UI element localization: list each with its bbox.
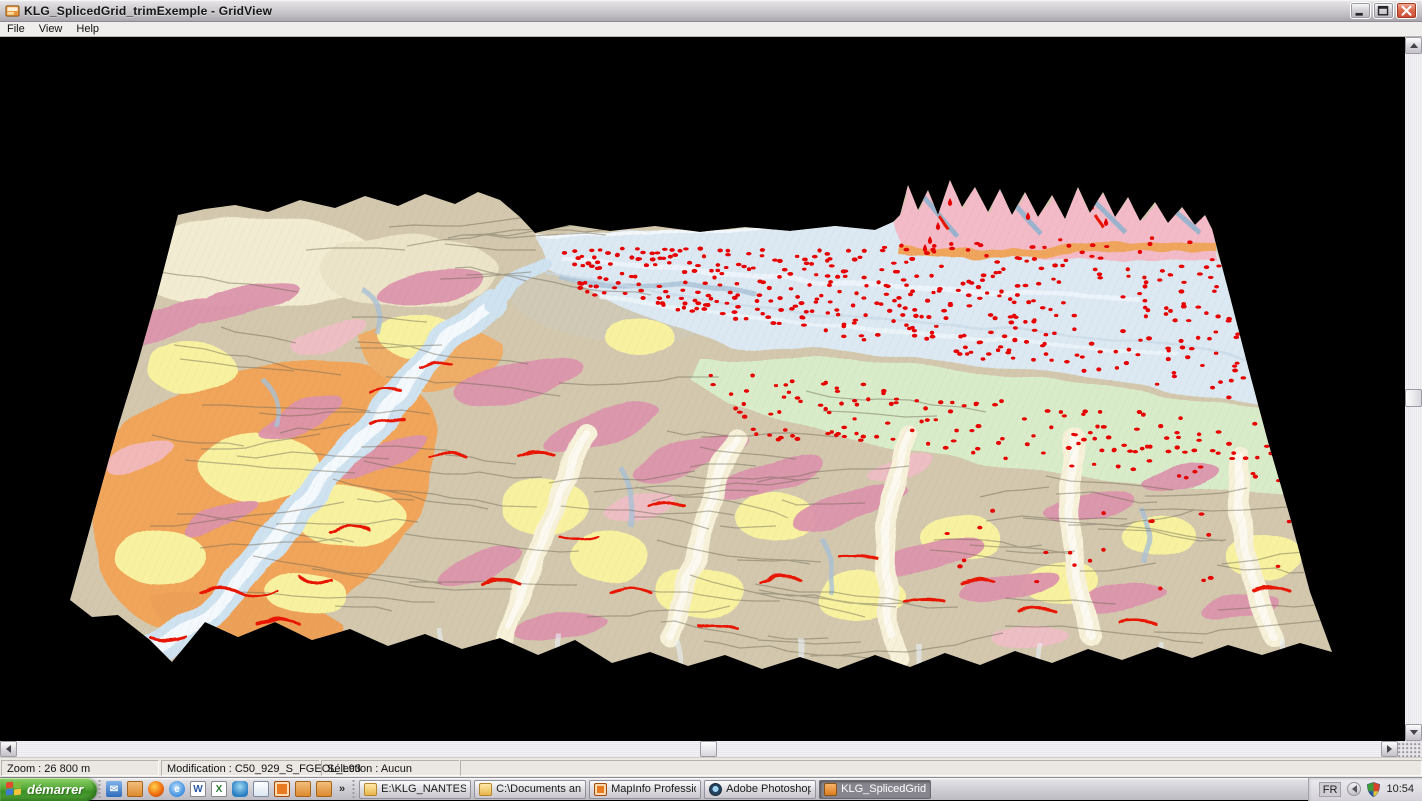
folder-orange-icon[interactable]	[127, 781, 143, 797]
resize-grip[interactable]	[1398, 741, 1422, 757]
clock[interactable]: 10:54	[1386, 783, 1414, 795]
status-filler	[460, 760, 1422, 776]
windows-logo-icon	[6, 782, 22, 796]
word-icon[interactable]: W	[190, 781, 206, 797]
mapinfo-icon	[594, 783, 607, 796]
gridview-icon	[824, 783, 837, 796]
window-title: KLG_SplicedGrid_trimExemple - GridView	[24, 4, 272, 18]
photoshop-icon	[709, 783, 722, 796]
hide-icons-chevron-button[interactable]	[1347, 782, 1361, 796]
firefox-icon[interactable]	[148, 781, 164, 797]
menu-file[interactable]: File	[0, 22, 32, 37]
mapinfo-icon[interactable]	[274, 781, 290, 797]
quick-launch-bar: ✉ eWX »	[102, 781, 351, 797]
status-bar: Zoom : 26 800 m Modification : C50_929_S…	[0, 757, 1422, 777]
taskbar-button-mapinfo[interactable]: MapInfo Professional	[589, 780, 701, 799]
quick-launch-overflow-chevron[interactable]: »	[337, 783, 347, 795]
horizontal-scrollbar[interactable]	[0, 741, 1398, 757]
taskbar-button-photoshop[interactable]: Adobe Photoshop	[704, 780, 816, 799]
terrain-3d-render	[0, 37, 1405, 741]
close-button[interactable]	[1396, 2, 1417, 19]
vertical-scrollbar[interactable]	[1405, 37, 1422, 741]
taskbar-button-gridview-active[interactable]: KLG_SplicedGrid_trim...	[819, 780, 931, 799]
scroll-right-button[interactable]	[1381, 741, 1398, 757]
taskbar: démarrer ✉ eWX » E:\KLG_NANTES\201... C:\D…	[0, 777, 1422, 800]
scroll-up-button[interactable]	[1405, 37, 1422, 54]
system-tray: FR 10:54	[1308, 778, 1422, 801]
folder-orange-icon[interactable]	[295, 781, 311, 797]
app-icon	[5, 3, 20, 18]
outlook-icon[interactable]: ✉	[106, 781, 122, 797]
folder-icon	[479, 783, 492, 796]
internet-explorer-icon[interactable]: e	[169, 781, 185, 797]
title-bar[interactable]: KLG_SplicedGrid_trimExemple - GridView	[0, 0, 1422, 22]
folder-orange-icon[interactable]	[316, 781, 332, 797]
status-modification: Modification : C50_929_S_FGEOL_L93	[161, 760, 319, 776]
client-area	[0, 37, 1422, 757]
taskbar-button-explorer-klg[interactable]: E:\KLG_NANTES\201...	[359, 780, 471, 799]
status-zoom: Zoom : 26 800 m	[1, 760, 159, 776]
messenger-icon[interactable]	[232, 781, 248, 797]
app-window: KLG_SplicedGrid_trimExemple - GridView F…	[0, 0, 1422, 800]
scroll-left-button[interactable]	[0, 741, 17, 757]
excel-icon[interactable]: X	[211, 781, 227, 797]
status-selection: Sélection : Aucun	[321, 760, 459, 776]
folder-icon	[364, 783, 377, 796]
language-indicator[interactable]: FR	[1319, 782, 1342, 797]
start-button-label: démarrer	[27, 782, 83, 797]
vertical-scrollbar-thumb[interactable]	[1405, 389, 1422, 407]
menu-bar: File View Help	[0, 22, 1422, 37]
scroll-down-button[interactable]	[1405, 724, 1422, 741]
menu-help[interactable]: Help	[69, 22, 106, 37]
security-shield-icon[interactable]	[1367, 782, 1380, 797]
maximize-button[interactable]	[1373, 2, 1394, 19]
horizontal-scrollbar-thumb[interactable]	[700, 741, 717, 757]
terrain-3d-viewport[interactable]	[0, 37, 1405, 741]
start-button[interactable]: démarrer	[0, 778, 97, 801]
show-desktop-icon[interactable]	[253, 781, 269, 797]
menu-view[interactable]: View	[32, 22, 70, 37]
task-buttons: E:\KLG_NANTES\201... C:\Documents and Se…	[356, 780, 1308, 799]
minimize-button[interactable]	[1350, 2, 1371, 19]
taskbar-button-explorer-docs[interactable]: C:\Documents and Se...	[474, 780, 586, 799]
